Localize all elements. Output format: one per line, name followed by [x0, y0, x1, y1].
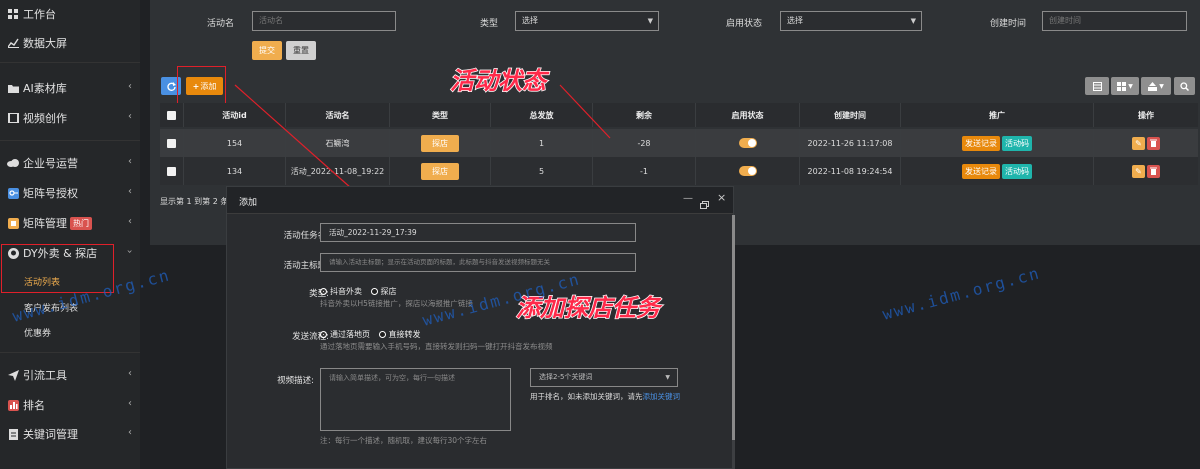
minimize-icon[interactable]: —: [683, 193, 693, 204]
radio-icon: [370, 288, 378, 295]
flow-radio-landing[interactable]: 通过落地页: [320, 330, 370, 339]
modal-scrollbar-thumb[interactable]: [732, 215, 735, 440]
flow-radio-group: 通过落地页 直接转发: [320, 329, 421, 340]
radio-label: 抖音外卖: [330, 287, 362, 296]
desc-textarea[interactable]: 请输入简单描述，可为空，每行一句描述: [320, 368, 511, 431]
flow-help: 通过落地页需要输入手机号码，直接转发则扫码一键打开抖音发布视频: [320, 342, 553, 351]
task-name-label: 活动任务名:: [283, 231, 329, 241]
flow-radio-direct[interactable]: 直接转发: [378, 330, 421, 339]
app-root: 工作台 数据大屏 AI素材库 ‹ 视频创作 ‹ 企业号运营 ‹ 矩阵号授权 ‹ …: [0, 0, 1200, 469]
flow-label: 发送流程:: [292, 332, 329, 342]
maximize-icon[interactable]: [700, 194, 709, 213]
add-keyword-link[interactable]: 添加关键词: [643, 392, 681, 401]
keyword-select[interactable]: 选择2-5个关键词 ▼: [530, 368, 678, 387]
add-modal: 添加 — × 活动任务名: 活动_2022-11-29_17:39 活动主标题:…: [226, 186, 735, 469]
close-icon[interactable]: ×: [717, 191, 726, 204]
radio-label: 通过落地页: [330, 330, 370, 339]
type-radio-group: 抖音外卖 探店: [320, 286, 397, 297]
type-label: 类型:: [309, 289, 329, 299]
subtitle-label: 活动主标题:: [283, 261, 329, 271]
modal-scrollbar-track[interactable]: [732, 215, 735, 469]
annotation-activity-status: 活动状态: [449, 66, 547, 96]
radio-label: 探店: [380, 287, 397, 296]
keyword-help: 用于排名，如未添加关键词，请先添加关键词: [530, 391, 685, 402]
subtitle-input[interactable]: 请输入活动主标题；显示在活动页面的标题，此标题与抖音发送视频标题无关: [320, 253, 636, 272]
select-placeholder: 选择2-5个关键词: [539, 373, 593, 381]
radio-label: 直接转发: [388, 330, 421, 339]
help-text: 用于排名，如未添加关键词，请先: [530, 392, 643, 401]
modal-header: 添加 — ×: [227, 187, 733, 214]
radio-checked-icon: [320, 331, 327, 338]
type-radio-takeout[interactable]: 抖音外卖: [320, 287, 362, 296]
desc-note: 注：每行一个描述，随机取，建议每行30个字左右: [320, 436, 488, 445]
modal-title: 添加: [239, 198, 258, 208]
radio-icon: [378, 331, 386, 338]
desc-label: 视频描述:: [277, 376, 314, 386]
task-name-input[interactable]: 活动_2022-11-29_17:39: [320, 223, 636, 242]
radio-checked-icon: [320, 288, 327, 295]
caret-down-icon: ▼: [665, 374, 670, 381]
type-radio-visit[interactable]: 探店: [370, 287, 397, 296]
